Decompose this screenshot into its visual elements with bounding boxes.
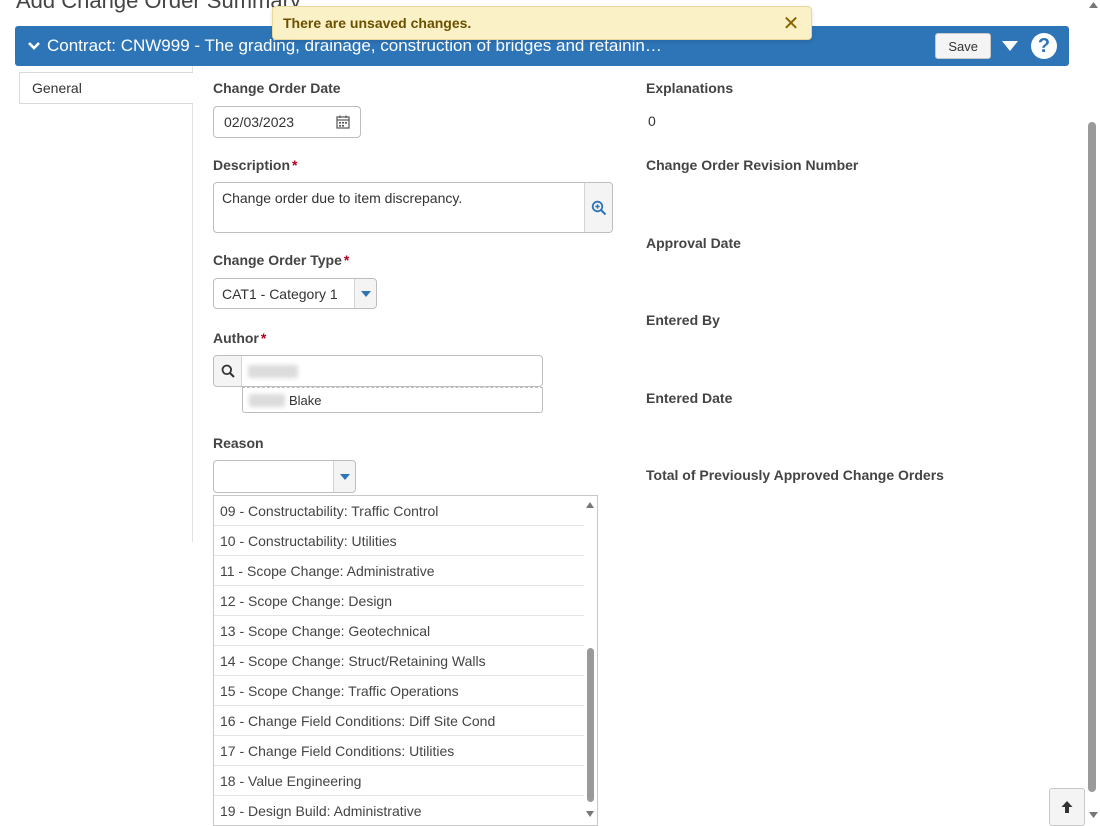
total-previous-label: Total of Previously Approved Change Orde… bbox=[646, 467, 944, 483]
reason-options: 09 - Constructability: Traffic Control 10… bbox=[214, 496, 597, 825]
reason-option[interactable]: 19 - Design Build: Administrative bbox=[214, 796, 584, 825]
author-label: Author * bbox=[213, 330, 266, 346]
reason-option[interactable]: 12 - Scope Change: Design bbox=[214, 586, 584, 616]
reason-option[interactable]: 13 - Scope Change: Geotechnical bbox=[214, 616, 584, 646]
reason-option[interactable]: 09 - Constructability: Traffic Control bbox=[214, 496, 584, 526]
entered-by-label: Entered By bbox=[646, 312, 720, 328]
help-icon[interactable]: ? bbox=[1031, 33, 1057, 59]
arrow-up-icon bbox=[1061, 801, 1073, 813]
change-order-date-label: Change Order Date bbox=[213, 80, 341, 96]
page-title: Add Change Order Summary bbox=[16, 0, 301, 13]
description-text[interactable]: Change order due to item discrepancy. bbox=[214, 183, 584, 232]
tab-general[interactable]: General bbox=[19, 72, 193, 104]
author-field[interactable] bbox=[213, 355, 543, 387]
close-icon[interactable]: ✕ bbox=[781, 11, 801, 36]
page-scrollbar[interactable] bbox=[1086, 0, 1100, 826]
description-field[interactable]: Change order due to item discrepancy. bbox=[213, 182, 613, 233]
calendar-icon[interactable] bbox=[336, 115, 350, 129]
caret-down-icon bbox=[339, 473, 350, 480]
zoom-in-icon bbox=[591, 200, 606, 215]
author-suggestion[interactable]: Blake bbox=[242, 387, 543, 413]
required-marker: * bbox=[343, 252, 350, 268]
scroll-up-icon[interactable] bbox=[1089, 2, 1098, 8]
author-input[interactable] bbox=[242, 356, 542, 386]
reason-label: Reason bbox=[213, 435, 264, 451]
reason-option[interactable]: 15 - Scope Change: Traffic Operations bbox=[214, 676, 584, 706]
author-search-button[interactable] bbox=[214, 356, 242, 386]
change-order-type-select[interactable]: CAT1 - Category 1 bbox=[213, 278, 377, 309]
reason-list-scrollbar[interactable] bbox=[583, 496, 597, 825]
page-scroll-thumb[interactable] bbox=[1088, 122, 1096, 792]
reason-option[interactable]: 14 - Scope Change: Struct/Retaining Wall… bbox=[214, 646, 584, 676]
scroll-up-icon[interactable] bbox=[586, 502, 594, 508]
reason-value bbox=[214, 461, 333, 492]
scroll-down-icon[interactable] bbox=[586, 811, 594, 817]
change-order-date-field[interactable] bbox=[213, 106, 361, 138]
chevron-down-icon[interactable] bbox=[27, 39, 41, 53]
change-order-date-input[interactable] bbox=[222, 113, 328, 131]
redacted-first-name bbox=[249, 393, 285, 407]
entered-date-label: Entered Date bbox=[646, 390, 733, 406]
required-marker: * bbox=[292, 157, 298, 173]
required-marker: * bbox=[260, 330, 267, 346]
reason-option[interactable]: 11 - Scope Change: Administrative bbox=[214, 556, 584, 586]
revision-number-label: Change Order Revision Number bbox=[646, 157, 859, 173]
reason-select[interactable] bbox=[213, 460, 356, 493]
redacted-author-text bbox=[248, 365, 298, 378]
change-order-type-label: Change Order Type * bbox=[213, 252, 349, 268]
description-label-text: Description bbox=[213, 157, 291, 173]
scroll-down-icon[interactable] bbox=[1089, 812, 1098, 818]
caret-down-icon[interactable] bbox=[1001, 40, 1019, 52]
reason-dropdown-button[interactable] bbox=[333, 461, 355, 492]
reason-option[interactable]: 16 - Change Field Conditions: Diff Site … bbox=[214, 706, 584, 736]
notice-text: There are unsaved changes. bbox=[283, 15, 472, 31]
reason-option[interactable]: 17 - Change Field Conditions: Utilities bbox=[214, 736, 584, 766]
left-nav: General bbox=[19, 66, 193, 542]
explanations-value: 0 bbox=[648, 113, 656, 129]
change-order-type-label-text: Change Order Type bbox=[213, 252, 342, 268]
reason-option[interactable]: 10 - Constructability: Utilities bbox=[214, 526, 584, 556]
change-order-type-dropdown-button[interactable] bbox=[354, 279, 376, 308]
author-label-text: Author bbox=[213, 330, 259, 346]
reason-dropdown-list[interactable]: 09 - Constructability: Traffic Control 10… bbox=[213, 495, 598, 826]
explanations-label: Explanations bbox=[646, 80, 734, 96]
caret-down-icon bbox=[360, 290, 371, 297]
reason-list-scroll-thumb[interactable] bbox=[587, 648, 594, 802]
change-order-type-value: CAT1 - Category 1 bbox=[222, 285, 338, 302]
approval-date-label: Approval Date bbox=[646, 235, 741, 251]
search-icon bbox=[221, 364, 235, 378]
author-suggestion-last-name: Blake bbox=[289, 392, 322, 408]
unsaved-changes-notice: There are unsaved changes. ✕ bbox=[272, 6, 812, 40]
reason-option[interactable]: 18 - Value Engineering bbox=[214, 766, 584, 796]
expand-description-button[interactable] bbox=[584, 183, 612, 232]
description-label: Description * bbox=[213, 157, 297, 173]
back-to-top-button[interactable] bbox=[1049, 788, 1085, 826]
save-button[interactable]: Save bbox=[935, 33, 991, 59]
